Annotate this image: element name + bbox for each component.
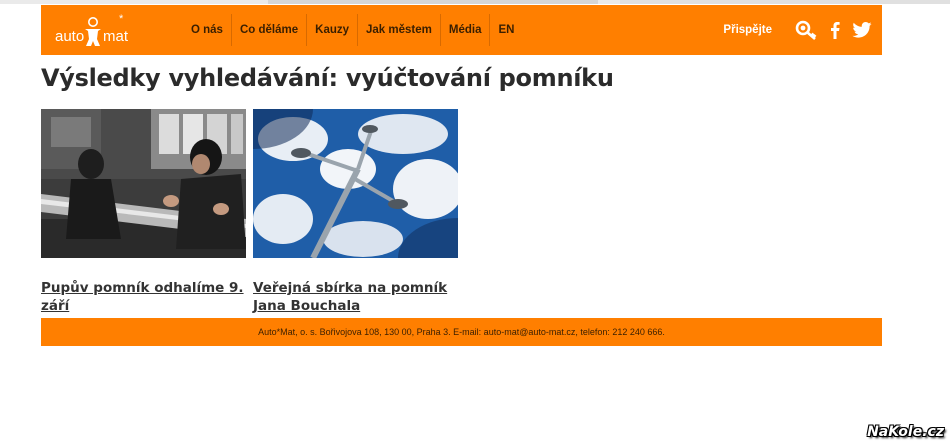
result-image-street-lamp[interactable] <box>193 69 518 298</box>
browser-top-strip <box>0 0 950 4</box>
search-result-card[interactable]: Veřejná sbírka na pomník Jana Bouchala <box>193 69 518 315</box>
result-title-link[interactable]: Pupův pomník odhalíme 9. září <box>41 279 246 315</box>
site-footer: Auto*Mat, o. s. Bořivojova 108, 130 00, … <box>41 318 882 346</box>
result-title-link[interactable]: Veřejná sbírka na pomník Jana Bouchala <box>253 279 458 315</box>
logo-text-left: auto <box>55 28 85 45</box>
strip-segment <box>620 0 950 4</box>
site-header: auto * mat O nás Co děláme Kauzy Jak měs… <box>41 5 882 55</box>
twitter-icon[interactable] <box>852 22 872 38</box>
search-key-icon[interactable] <box>794 19 818 41</box>
watermark: NaKole.cz <box>867 424 944 440</box>
strip-segment <box>268 0 598 4</box>
logo-text-right: mat <box>103 28 129 45</box>
header-actions: Přispějte <box>723 14 872 46</box>
logo-figure-icon <box>85 17 101 46</box>
result-image-workshop[interactable] <box>41 109 246 258</box>
logo-star: * <box>119 13 124 25</box>
facebook-icon[interactable] <box>828 21 842 39</box>
nav-item-en[interactable]: EN <box>489 14 522 46</box>
nav-item-kauzy[interactable]: Kauzy <box>306 14 357 46</box>
automat-logo[interactable]: auto * mat <box>55 13 135 47</box>
nav-item-o-nas[interactable]: O nás <box>183 14 231 46</box>
search-result-card[interactable]: Pupův pomník odhalíme 9. září <box>41 109 246 315</box>
main-nav: O nás Co děláme Kauzy Jak městem Média E… <box>183 14 522 46</box>
nav-item-media[interactable]: Média <box>439 14 490 46</box>
donate-link[interactable]: Přispějte <box>723 24 772 36</box>
nav-item-jak-mestem[interactable]: Jak městem <box>357 14 440 46</box>
nav-item-co-delame[interactable]: Co děláme <box>230 14 306 46</box>
page-title: Výsledky vyhledávání: vyúčtování pomníku <box>41 64 614 92</box>
footer-contact-text: Auto*Mat, o. s. Bořivojova 108, 130 00, … <box>258 327 665 337</box>
